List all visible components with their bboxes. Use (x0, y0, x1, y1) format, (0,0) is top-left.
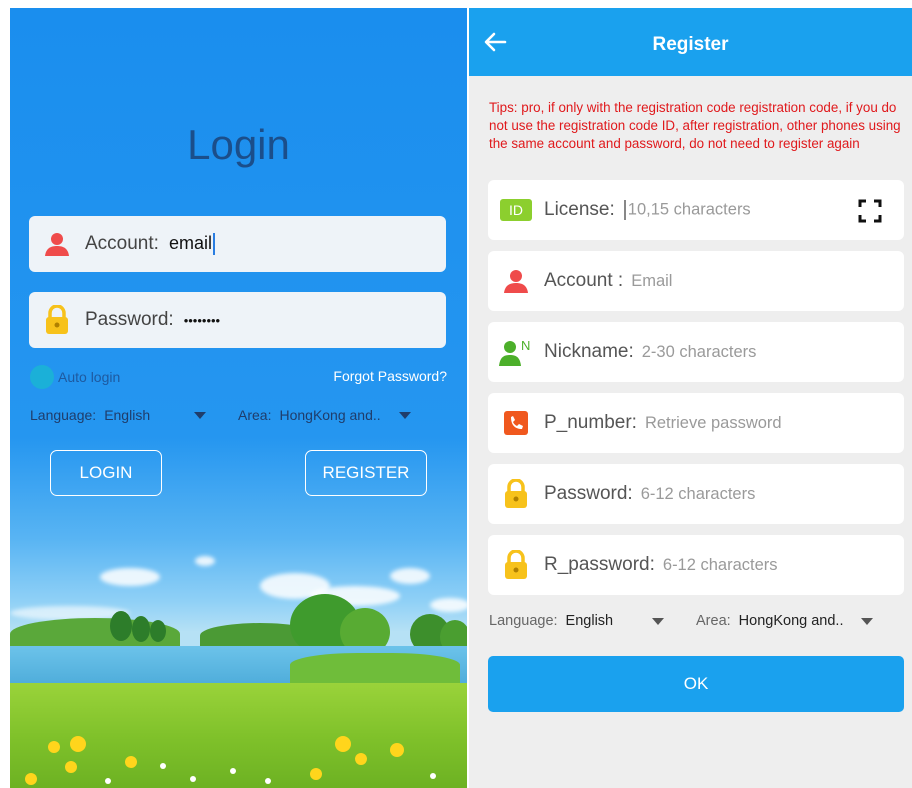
login-button[interactable]: LOGIN (50, 450, 162, 496)
area-label: Area: (238, 407, 272, 423)
language-select[interactable]: Language: English (489, 613, 664, 629)
password-label: Password: (544, 483, 633, 504)
page-title: Register (652, 34, 729, 55)
language-value: English (104, 407, 151, 423)
person-icon (488, 268, 544, 294)
account-field[interactable]: Account: email (29, 216, 446, 272)
ok-button[interactable]: OK (488, 656, 904, 712)
phone-number-field[interactable]: P_number: Retrieve password (488, 393, 904, 453)
chevron-down-icon (651, 617, 664, 625)
tips-text: Tips: pro, if only with the registration… (489, 100, 901, 151)
phone-number-label: P_number: (544, 412, 637, 433)
area-select[interactable]: Area: HongKong and.. (238, 407, 412, 423)
auto-login-label: Auto login (58, 369, 121, 385)
account-label: Account: (85, 233, 159, 254)
auto-login-radio[interactable] (30, 365, 54, 389)
password-field[interactable]: Password: 6-12 characters (488, 464, 904, 524)
login-title: Login (187, 121, 290, 168)
area-select[interactable]: Area: HongKong and.. (696, 613, 873, 629)
license-field[interactable]: ID License: 10,15 characters (488, 180, 904, 240)
language-label: Language: (489, 613, 558, 629)
register-screen: Register Tips: pro, if only with the reg… (469, 8, 912, 788)
auto-login-toggle[interactable]: Auto login (30, 365, 120, 389)
phone-number-input[interactable]: Retrieve password (645, 414, 782, 433)
repeat-password-field[interactable]: R_password: 6-12 characters (488, 535, 904, 595)
lock-icon (488, 479, 544, 509)
language-label: Language: (30, 407, 97, 423)
register-button[interactable]: REGISTER (305, 450, 427, 496)
account-field[interactable]: Account : Email (488, 251, 904, 311)
account-input[interactable]: Email (631, 272, 672, 291)
chevron-down-icon (399, 411, 412, 419)
lock-icon (29, 305, 85, 335)
person-icon (29, 231, 85, 257)
license-input[interactable]: 10,15 characters (623, 200, 751, 220)
scan-icon[interactable] (858, 199, 882, 228)
id-badge-icon: ID (488, 199, 544, 221)
area-label: Area: (696, 613, 731, 629)
chevron-down-icon (860, 617, 873, 625)
nickname-field[interactable]: N Nickname: 2-30 characters (488, 322, 904, 382)
language-value: English (565, 613, 614, 629)
password-label: Password: (85, 309, 174, 330)
area-value: HongKong and.. (738, 613, 844, 629)
svg-text:N: N (521, 338, 530, 353)
account-input[interactable]: email (169, 233, 215, 256)
repeat-password-label: R_password: (544, 554, 655, 575)
nickname-label: Nickname: (544, 341, 634, 362)
password-field[interactable]: Password: •••••••• (29, 292, 446, 348)
area-value: HongKong and.. (279, 407, 381, 423)
phone-icon (488, 409, 544, 437)
license-label: License: (544, 199, 615, 220)
app-bar: Register (469, 8, 912, 76)
lock-icon (488, 550, 544, 580)
login-screen: Login Account: email Password: •••••••• … (10, 8, 467, 788)
forgot-password-link[interactable]: Forgot Password? (333, 368, 447, 384)
language-select[interactable]: Language: English (30, 407, 207, 423)
password-input[interactable]: 6-12 characters (641, 485, 756, 504)
nickname-icon: N (488, 338, 544, 366)
nickname-input[interactable]: 2-30 characters (642, 343, 757, 362)
chevron-down-icon (194, 411, 207, 419)
password-input[interactable]: •••••••• (184, 313, 220, 328)
repeat-password-input[interactable]: 6-12 characters (663, 556, 778, 575)
account-label: Account : (544, 270, 624, 291)
